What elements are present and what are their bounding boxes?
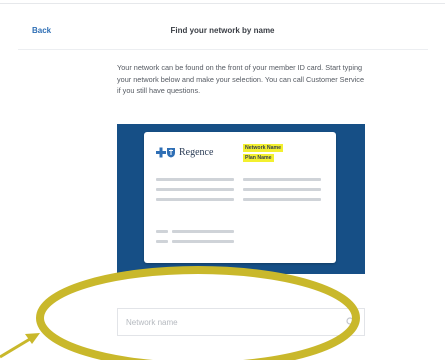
card-placeholder-line <box>243 198 321 201</box>
search-icon[interactable] <box>346 317 356 327</box>
arrow-annotation-icon <box>0 337 31 359</box>
top-divider <box>0 3 445 4</box>
member-id-card: Regence Network Name Plan Name <box>144 132 336 263</box>
network-name-input[interactable] <box>118 309 338 335</box>
card-placeholder-line <box>243 178 321 181</box>
network-search-box[interactable] <box>117 308 365 336</box>
card-placeholder-line <box>243 188 321 191</box>
brand-name: Regence <box>179 147 214 158</box>
page-title: Find your network by name <box>170 26 275 35</box>
member-card-illustration: Regence Network Name Plan Name <box>117 124 365 274</box>
highlight-network-name: Network Name <box>243 144 284 152</box>
cross-and-shield-logo-icon <box>156 147 175 158</box>
card-placeholder-line <box>156 178 234 181</box>
arrowhead-icon <box>25 333 40 344</box>
card-placeholder-line <box>156 198 234 201</box>
card-placeholder-line <box>172 240 234 243</box>
highlight-plan-name: Plan Name <box>243 154 274 162</box>
card-placeholder-line <box>156 230 168 233</box>
header-divider <box>18 49 428 50</box>
card-placeholder-line <box>156 240 168 243</box>
card-placeholder-line <box>172 230 234 233</box>
brand-logo: Regence <box>156 147 213 158</box>
card-placeholder-line <box>156 188 234 191</box>
instructions-text: Your network can be found on the front o… <box>117 63 365 95</box>
